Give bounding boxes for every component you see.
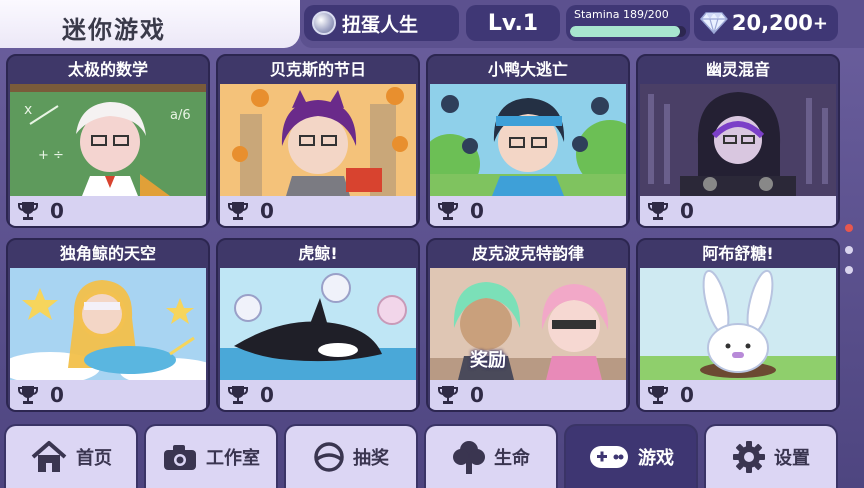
game-card-taiji-math[interactable]: 太极的数学 x a/6 + ÷ 0 (6, 54, 210, 228)
game-name: 贝克斯的节日 (269, 60, 366, 79)
trophy-icon (18, 386, 38, 404)
title-bar: 迷你游戏 (0, 0, 300, 48)
nav-studio-label: 工作室 (206, 448, 260, 469)
game-card-abu-sugar[interactable]: 阿布舒糖! 0 (636, 238, 840, 412)
nav-settings[interactable]: 设置 (704, 424, 838, 488)
stamina-label: Stamina 189/200 (574, 8, 669, 21)
nav-life[interactable]: 生命 (424, 424, 558, 488)
game-score: 0 (260, 383, 274, 407)
page-dot-2[interactable] (845, 246, 853, 254)
page-dot-1[interactable] (845, 224, 853, 232)
tree-icon (453, 441, 485, 474)
game-score-bar: 0 (220, 380, 416, 410)
trophy-icon (228, 202, 248, 220)
svg-text:+ ÷: + ÷ (38, 148, 64, 163)
stamina-bar-fill (570, 26, 680, 37)
game-name: 皮克波克特韵律 (471, 244, 584, 263)
nav-home-label: 首页 (76, 448, 112, 469)
game-thumbnail (430, 84, 626, 196)
game-score: 0 (680, 199, 694, 223)
trophy-icon (18, 202, 38, 220)
game-score: 0 (680, 383, 694, 407)
page-title: 迷你游戏 (62, 16, 166, 44)
nav-settings-label: 设置 (774, 448, 810, 469)
game-score-bar: 0 (10, 380, 206, 410)
game-thumbnail (10, 268, 206, 380)
game-name: 独角鲸的天空 (59, 244, 156, 263)
nav-studio[interactable]: 工作室 (144, 424, 278, 488)
nav-home[interactable]: 首页 (4, 424, 138, 488)
game-score-bar: 0 (430, 196, 626, 226)
game-score-bar: 0 (220, 196, 416, 226)
gacha-life-button[interactable]: 扭蛋人生 (304, 5, 459, 41)
game-name: 太极的数学 (67, 60, 148, 79)
game-thumbnail (220, 268, 416, 380)
game-name: 小鸭大逃亡 (487, 60, 568, 79)
gem-count: 20,200 (731, 11, 813, 35)
game-thumbnail (220, 84, 416, 196)
reward-overlay-label: 奖励 (470, 350, 506, 371)
svg-text:a/6: a/6 (170, 108, 191, 123)
game-score: 0 (50, 383, 64, 407)
game-card-ghost-remix[interactable]: 幽灵混音 0 (636, 54, 840, 228)
game-score: 0 (50, 199, 64, 223)
nav-gacha-label: 抽奖 (353, 448, 389, 469)
stamina-bar (570, 26, 686, 37)
nav-games-label: 游戏 (638, 448, 674, 469)
game-card-pickpocket-rhythm[interactable]: 皮克波克特韵律 奖励 0 (426, 238, 630, 412)
page-dot-3[interactable] (845, 266, 853, 274)
game-name: 幽灵混音 (705, 60, 770, 79)
game-thumbnail: 奖励 (430, 268, 626, 380)
gear-icon (733, 441, 765, 473)
gacha-life-label: 扭蛋人生 (342, 13, 419, 36)
trophy-icon (228, 386, 248, 404)
trophy-icon (438, 202, 458, 220)
game-thumbnail: x a/6 + ÷ (10, 84, 206, 196)
trophy-icon (648, 202, 668, 220)
add-gems-button[interactable]: + (813, 13, 828, 34)
gacha-orb-icon (312, 11, 336, 35)
game-card-bex-festival[interactable]: 贝克斯的节日 0 (216, 54, 420, 228)
nav-life-label: 生命 (494, 448, 530, 469)
game-score-bar: 0 (640, 196, 836, 226)
gacha-orb-icon (314, 442, 344, 472)
game-score: 0 (260, 199, 274, 223)
game-score-bar: 0 (640, 380, 836, 410)
svg-text:x: x (24, 102, 32, 118)
game-score-bar: 0 (430, 380, 626, 410)
game-name: 阿布舒糖! (702, 244, 774, 263)
game-card-duck-escape[interactable]: 小鸭大逃亡 0 (426, 54, 630, 228)
game-card-orca[interactable]: 虎鲸! 0 (216, 238, 420, 412)
level-badge: Lv.1 (466, 5, 560, 41)
gem-counter[interactable]: 20,200 + (694, 5, 838, 41)
trophy-icon (438, 386, 458, 404)
nav-gacha[interactable]: 抽奖 (284, 424, 418, 488)
stamina-meter: Stamina 189/200 (566, 5, 690, 41)
game-card-narwhal-sky[interactable]: 独角鲸的天空 0 (6, 238, 210, 412)
game-thumbnail (640, 268, 836, 380)
game-name: 虎鲸! (298, 244, 338, 263)
trophy-icon (648, 386, 668, 404)
nav-games[interactable]: 游戏 (564, 424, 698, 488)
home-icon (31, 441, 67, 472)
camera-icon (164, 445, 196, 470)
game-score: 0 (470, 199, 484, 223)
diamond-icon (700, 12, 728, 34)
game-score-bar: 0 (10, 196, 206, 226)
game-score: 0 (470, 383, 484, 407)
game-thumbnail (640, 84, 836, 196)
gamepad-icon (590, 446, 628, 468)
